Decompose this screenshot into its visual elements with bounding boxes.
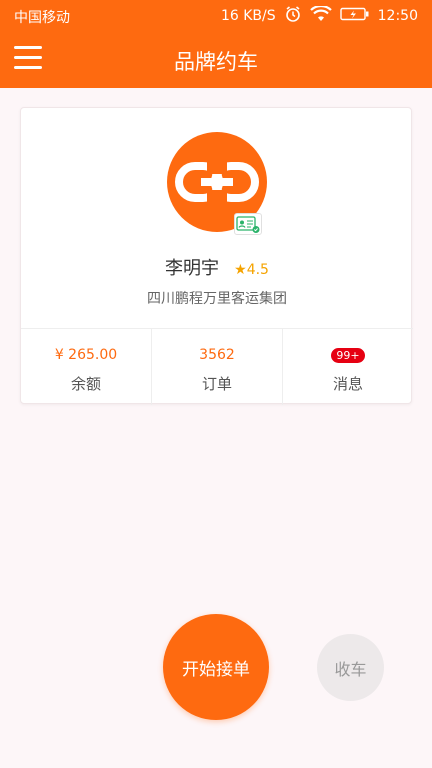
network-speed: 16 KB/S xyxy=(220,8,276,24)
driver-rating: ★4.5 xyxy=(234,262,269,278)
messages-badge: 99+ xyxy=(331,348,365,363)
stop-service-button[interactable]: 收车 xyxy=(317,634,384,701)
battery-icon xyxy=(339,7,370,25)
messages-label: 消息 xyxy=(332,375,363,393)
clock-time: 12:50 xyxy=(377,8,418,24)
id-card-verified-icon xyxy=(234,213,262,235)
wifi-icon xyxy=(309,4,332,26)
status-bar: 中国移动 16 KB/S 12:50 xyxy=(0,0,432,32)
driver-name: 李明宇 xyxy=(165,258,220,279)
driver-name-row: 李明宇 ★4.5 xyxy=(21,254,413,280)
page-title: 品牌约车 xyxy=(174,50,258,74)
orders-label: 订单 xyxy=(201,375,232,393)
start-accepting-orders-button[interactable]: 开始接单 xyxy=(163,614,269,720)
balance-label: 余额 xyxy=(70,375,101,393)
orders-stat[interactable]: 3562 订单 xyxy=(151,329,282,405)
star-icon: ★ xyxy=(234,262,247,278)
carrier-label: 中国移动 xyxy=(14,10,70,26)
balance-stat[interactable]: ¥ 265.00 余额 xyxy=(21,329,151,405)
messages-value: 99+ xyxy=(283,347,413,363)
messages-stat[interactable]: 99+ 消息 xyxy=(282,329,413,405)
app-bar: 品牌约车 xyxy=(0,32,432,88)
status-right: 16 KB/S 12:50 xyxy=(220,4,418,27)
rating-value: 4.5 xyxy=(246,262,269,278)
company-name: 四川鹏程万里客运集团 xyxy=(147,291,287,307)
driver-card: 李明宇 ★4.5 四川鹏程万里客运集团 ¥ 265.00 余额 3562 订单 … xyxy=(20,107,413,405)
balance-value: ¥ 265.00 xyxy=(54,347,118,363)
stats-bar: ¥ 265.00 余额 3562 订单 99+ 消息 xyxy=(21,328,413,405)
alarm-icon xyxy=(284,5,302,27)
orders-value: 3562 xyxy=(199,347,235,363)
